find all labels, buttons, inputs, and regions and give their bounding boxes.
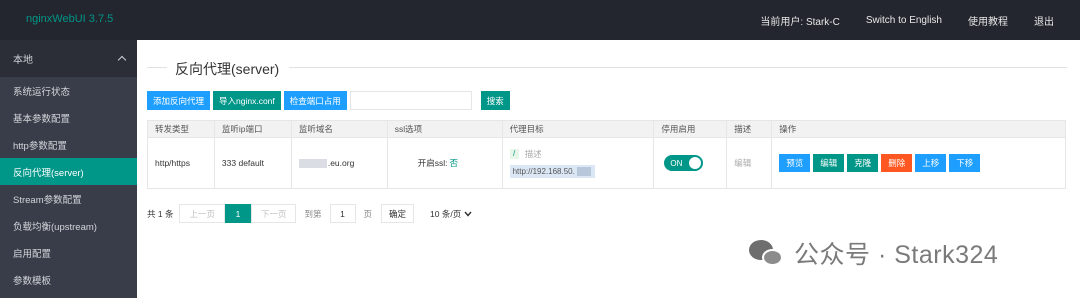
sidebar: 本地 系统运行状态 基本参数配置 http参数配置 反向代理(server) S…	[0, 40, 137, 298]
proxy-table: 转发类型 监听ip端口 监听域名 ssl选项 代理目标 停用启用 描述 操作 h…	[147, 120, 1066, 189]
listen-port-cell: 333 default	[213, 137, 292, 189]
move-up-button[interactable]: 上移	[915, 154, 947, 172]
divider	[289, 67, 1067, 68]
sidebar-item-upstream[interactable]: 负载均衡(upstream)	[0, 212, 137, 239]
check-port-button[interactable]: 检查端口占用	[283, 91, 347, 110]
sidebar-item-basic-config[interactable]: 基本参数配置	[0, 104, 137, 131]
column-header[interactable]: ssl选项	[386, 120, 503, 138]
watermark: 公众号 · Stark324	[749, 233, 998, 273]
goto-label: 到第	[304, 208, 322, 219]
column-header[interactable]: 监听域名	[290, 120, 388, 138]
clone-button[interactable]: 克隆	[847, 154, 879, 172]
target-url: http://192.168.50.	[512, 167, 575, 176]
column-header[interactable]: 监听ip端口	[213, 120, 292, 138]
goto-confirm-button[interactable]: 确定	[381, 204, 415, 223]
divider	[147, 67, 167, 68]
toggle-label: ON	[670, 158, 683, 168]
table-header-row: 转发类型 监听ip端口 监听域名 ssl选项 代理目标 停用启用 描述 操作	[147, 120, 1066, 138]
goto-page-input[interactable]: 1	[329, 204, 356, 223]
domain-suffix: .eu.org	[327, 157, 355, 168]
sidebar-section-label: 本地	[13, 55, 33, 66]
proxy-target-cell: / 描述 http://192.168.50.	[501, 137, 655, 189]
sidebar-item-http-config[interactable]: http参数配置	[0, 131, 137, 158]
forward-type-cell: http/https	[147, 137, 215, 189]
column-header[interactable]: 停用启用	[653, 120, 728, 138]
target-url-chip: http://192.168.50.	[509, 165, 595, 178]
column-header[interactable]: 操作	[771, 120, 1066, 138]
column-header[interactable]: 转发类型	[147, 120, 215, 138]
sidebar-item-param-template[interactable]: 参数模板	[0, 266, 137, 293]
ssl-value: 否	[449, 158, 458, 168]
page-title-row: 反向代理(server)	[147, 59, 1067, 77]
add-proxy-button[interactable]: 添加反向代理	[147, 91, 211, 110]
tutorial-link[interactable]: 使用教程	[968, 13, 1008, 28]
current-user-label[interactable]: 当前用户: Stark-C	[760, 13, 839, 28]
toggle-knob	[689, 157, 702, 169]
page-title: 反向代理(server)	[175, 61, 280, 77]
enable-cell: ON	[653, 137, 728, 189]
domain-cell: .eu.org	[290, 137, 388, 189]
sidebar-item-system-status[interactable]: 系统运行状态	[0, 77, 137, 104]
target-desc-line: / 描述	[509, 148, 654, 160]
next-page-button[interactable]: 下一页	[250, 204, 297, 223]
actions-cell: 预览 编辑 克隆 删除 上移 下移	[771, 137, 1066, 189]
watermark-text: 公众号 · Stark324	[794, 241, 999, 269]
redacted-block	[298, 159, 327, 169]
delete-button[interactable]: 删除	[881, 154, 913, 172]
top-nav: 当前用户: Stark-C Switch to English 使用教程 退出	[760, 0, 1080, 40]
path-tag: /	[509, 149, 519, 159]
edit-button[interactable]: 编辑	[813, 154, 845, 172]
search-button[interactable]: 搜索	[480, 91, 510, 110]
chevron-up-icon	[117, 55, 127, 65]
logout-link[interactable]: 退出	[1034, 13, 1054, 28]
sidebar-item-enable-config[interactable]: 启用配置	[0, 239, 137, 266]
sidebar-section-local[interactable]: 本地	[0, 40, 137, 77]
import-nginx-conf-button[interactable]: 导入nginx.conf	[213, 91, 281, 110]
page-unit-label: 页	[363, 208, 373, 219]
pagination: 共 1 条 上一页 1 下一页 到第 1 页 确定 10 条/页	[147, 204, 476, 223]
app-brand[interactable]: nginxWebUI 3.7.5	[26, 13, 113, 25]
toolbar: 添加反向代理 导入nginx.conf 检查端口占用 搜索	[147, 91, 513, 110]
enable-toggle[interactable]: ON	[664, 155, 704, 171]
column-header[interactable]: 描述	[726, 120, 773, 138]
top-header: nginxWebUI 3.7.5 当前用户: Stark-C Switch to…	[0, 0, 1080, 40]
total-count: 共 1 条	[147, 208, 174, 219]
column-header[interactable]: 代理目标	[501, 120, 655, 138]
page-size-value: 10 条/页	[430, 208, 462, 219]
wechat-icon	[749, 238, 785, 268]
switch-language-link[interactable]: Switch to English	[866, 15, 942, 26]
redacted-block	[576, 167, 591, 176]
current-page[interactable]: 1	[224, 204, 251, 223]
move-down-button[interactable]: 下移	[949, 154, 981, 172]
search-input[interactable]	[349, 91, 472, 110]
ssl-cell: 开启ssl: 否	[386, 137, 503, 189]
preview-button[interactable]: 预览	[779, 154, 811, 172]
sidebar-item-reverse-proxy[interactable]: 反向代理(server)	[0, 158, 137, 185]
prev-page-button[interactable]: 上一页	[179, 204, 225, 223]
table-row: http/https 333 default .eu.org 开启ssl: 否 /…	[147, 137, 1066, 189]
page-size-select[interactable]: 10 条/页	[426, 204, 476, 223]
edit-description-link[interactable]: 编辑	[734, 158, 751, 168]
description-cell: 编辑	[726, 137, 773, 189]
ssl-label: 开启ssl:	[417, 158, 448, 168]
chevron-down-icon	[464, 211, 472, 217]
target-desc: 描述	[524, 149, 542, 159]
sidebar-item-stream-config[interactable]: Stream参数配置	[0, 185, 137, 212]
